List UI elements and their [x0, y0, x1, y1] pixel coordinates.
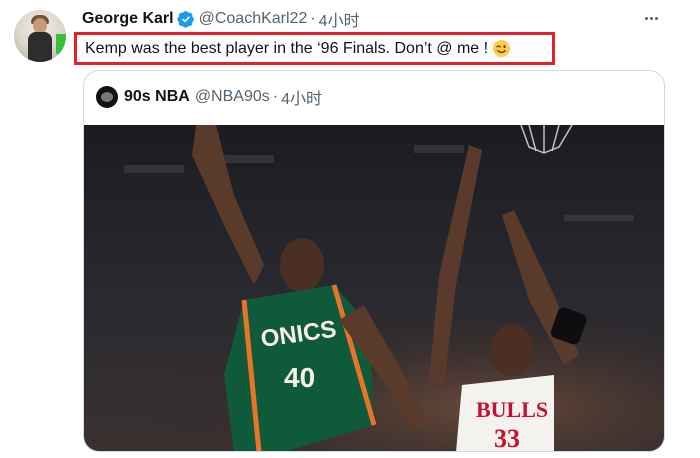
winking-face-icon: [492, 39, 511, 58]
tweet-text-highlight: Kemp was the best player in the ‘96 Fina…: [74, 32, 555, 65]
jersey-right-text: BULLS: [476, 397, 548, 422]
author-handle[interactable]: @CoachKarl22: [199, 10, 308, 28]
avatar-jersey: [28, 32, 52, 62]
more-options-icon[interactable]: [640, 8, 662, 28]
author-avatar[interactable]: [14, 10, 66, 62]
verified-badge-icon: [176, 10, 195, 28]
jersey-right-number: 33: [494, 424, 520, 452]
tweet-header: George Karl @CoachKarl22 · 4小时: [82, 7, 360, 31]
tweet[interactable]: George Karl @CoachKarl22 · 4小时 Kemp was …: [0, 0, 700, 458]
quoted-tweet-photo[interactable]: ONICS 40 BULLS 33: [84, 125, 664, 452]
basketball-photo-icon: ONICS 40 BULLS 33: [84, 125, 664, 452]
quoted-tweet-header: 90s NBA @NBA90s · 4小时: [96, 86, 322, 108]
quoted-author-avatar[interactable]: [96, 86, 118, 108]
quoted-tweet[interactable]: 90s NBA @NBA90s · 4小时 ONICS 40 BULLS 33: [83, 70, 665, 452]
jersey-left-number: 40: [284, 362, 315, 393]
avatar-background-patch: [56, 34, 66, 54]
separator-dot: ·: [272, 88, 279, 105]
author-name[interactable]: George Karl: [82, 10, 174, 28]
quoted-author-name[interactable]: 90s NBA: [124, 88, 190, 106]
tweet-text: Kemp was the best player in the ‘96 Fina…: [85, 39, 489, 57]
tweet-timestamp[interactable]: 4小时: [319, 7, 360, 31]
quoted-tweet-timestamp[interactable]: 4小时: [281, 85, 322, 109]
quoted-author-handle[interactable]: @NBA90s: [195, 88, 270, 106]
separator-dot: ·: [310, 10, 316, 27]
